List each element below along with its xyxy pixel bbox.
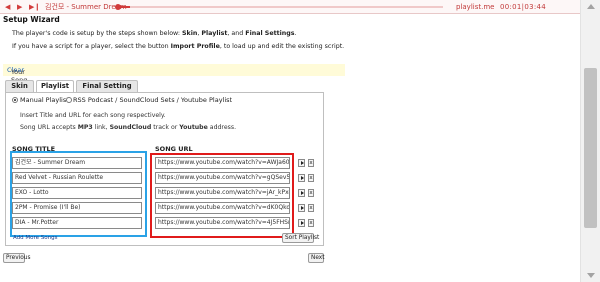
intro-text: The player's code is setup by the steps … [12, 30, 182, 37]
delete-song-button[interactable]: x [308, 219, 314, 227]
song-title-input[interactable]: DIA - Mr.Potter [12, 217, 142, 229]
intro-skin: Skin [182, 30, 198, 37]
brand-label[interactable]: playlist.me [456, 2, 494, 12]
add-more-songs-button[interactable]: Add More Songs [13, 235, 57, 241]
hint-text: address. [207, 124, 237, 131]
song-url-input[interactable]: https://www.youtube.com/watch?v=jAr_kPxo… [155, 187, 290, 199]
hint-youtube: Youtube [179, 124, 208, 131]
play-icon[interactable]: ▶ [17, 2, 22, 12]
notice-text: Your Song Player profile has been restor… [7, 66, 40, 124]
play-icon[interactable] [298, 174, 305, 182]
song-url-header: SONG URL [155, 145, 193, 153]
progress-bar[interactable] [115, 4, 443, 10]
play-icon[interactable] [298, 204, 305, 212]
delete-song-button[interactable]: x [308, 159, 314, 167]
previous-button[interactable]: Previous [3, 253, 31, 263]
play-icon[interactable] [298, 189, 305, 197]
time-readout: 00:01|03:44 [500, 3, 547, 11]
delete-song-button[interactable]: x [308, 189, 314, 197]
intro-end: . [294, 30, 297, 37]
intro-end: , to load up and edit the existing scrip… [219, 43, 345, 50]
intro-text: If you have a script for a player, selec… [12, 43, 171, 50]
delete-song-button[interactable]: x [308, 204, 314, 212]
page-title: Setup Wizard [3, 15, 60, 24]
hint-line-1: Insert Title and URL for each song respe… [20, 112, 166, 119]
tab-final-setting[interactable]: Final Setting [76, 80, 138, 92]
hint-mp3: MP3 [77, 124, 93, 131]
song-url-input[interactable]: https://www.youtube.com/watch?v=AWJa60tg… [155, 157, 290, 169]
delete-song-button[interactable]: x [308, 174, 314, 182]
restore-notice: Your Song Player profile has been restor… [3, 64, 345, 124]
song-url-input[interactable]: https://www.youtube.com/watch?v=4J5FHSrj… [155, 217, 290, 229]
page-scrollbar[interactable] [580, 0, 600, 282]
song-title-input[interactable]: 2PM - Promise (I'll Be) [12, 202, 142, 214]
progress-knob[interactable] [115, 4, 121, 10]
sort-playlist-button[interactable]: Sort Playlist [282, 233, 319, 243]
scroll-down-icon[interactable] [587, 273, 595, 278]
song-title-input[interactable]: Red Velvet - Russian Roulette [12, 172, 142, 184]
song-url-input[interactable]: https://www.youtube.com/watch?v=dK0Qko5B [155, 202, 290, 214]
previous-track-icon[interactable]: ◀ [5, 2, 10, 12]
manual-playlist-label[interactable]: Manual Playlist [20, 96, 69, 104]
progress-fill [115, 4, 131, 10]
next-button[interactable]: Next [308, 253, 325, 263]
intro-line-2: If you have a script for a player, selec… [12, 43, 344, 50]
tab-skin[interactable]: Skin [5, 80, 34, 92]
hint-line-2: Song URL accepts MP3 link, SoundCloud tr… [20, 124, 236, 131]
scrollbar-thumb[interactable] [584, 68, 597, 228]
hint-text: Song URL accepts [20, 124, 78, 131]
intro-line-1: The player's code is setup by the steps … [12, 30, 297, 37]
song-url-input[interactable]: https://www.youtube.com/watch?v=gQSev5LQ [155, 172, 290, 184]
intro-sep: , and [227, 30, 246, 37]
play-icon[interactable] [298, 159, 305, 167]
scroll-up-icon[interactable] [587, 4, 595, 9]
play-icon[interactable] [298, 219, 305, 227]
hint-soundcloud: SoundCloud [109, 124, 152, 131]
song-title-input[interactable]: EXO - Lotto [12, 187, 142, 199]
intro-import-profile: Import Profile [170, 43, 220, 50]
song-title-input[interactable]: 김건모 - Summer Dream [12, 157, 142, 169]
next-track-icon[interactable]: ▶❙ [29, 2, 40, 12]
rss-podcast-radio[interactable] [66, 97, 72, 103]
intro-playlist: Playlist [201, 30, 228, 37]
manual-playlist-radio[interactable] [12, 97, 18, 103]
hint-text: link, [92, 124, 110, 131]
hint-text: track or [151, 124, 180, 131]
rss-podcast-label[interactable]: RSS Podcast / SoundCloud Sets / Youtube … [73, 96, 232, 104]
intro-final-settings: Final Settings [245, 30, 295, 37]
player-bar: ◀ ▶ ▶❙ 김건모 - Summer Dream playlist.me 00… [0, 0, 580, 14]
